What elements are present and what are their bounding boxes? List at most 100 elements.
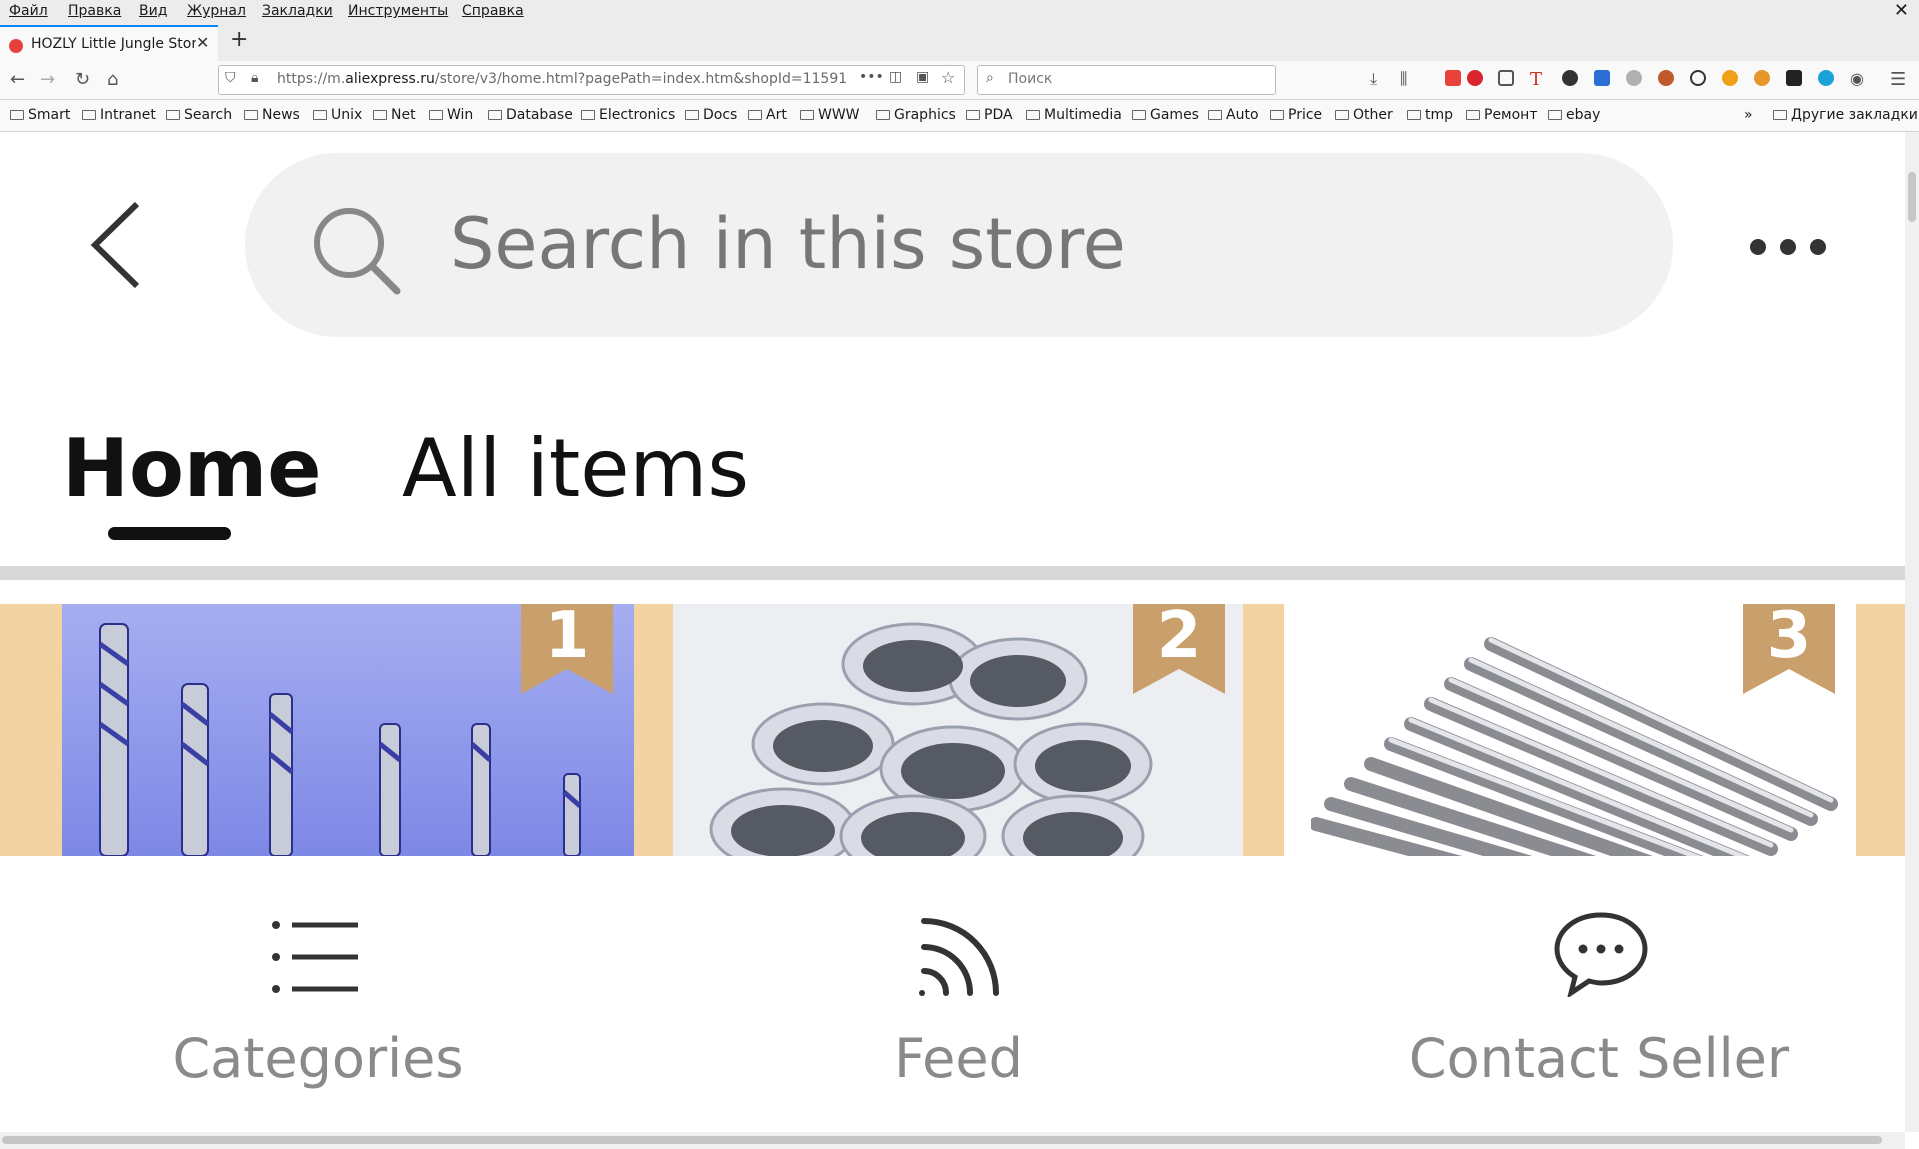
back-chevron-icon[interactable]	[85, 200, 145, 290]
extension-off-icon[interactable]	[1445, 70, 1461, 86]
folder-icon	[1407, 110, 1421, 120]
bookmark-folder[interactable]: Games	[1132, 107, 1199, 123]
banner-slide-1[interactable]: 1	[0, 604, 673, 856]
tab-home[interactable]: Home	[62, 422, 322, 515]
bookmark-folder[interactable]: Price	[1270, 107, 1322, 123]
forward-arrow-icon[interactable]: →	[40, 69, 55, 90]
cookie-icon[interactable]	[1754, 70, 1770, 86]
tab-close-icon[interactable]: ✕	[196, 33, 209, 52]
rank-ribbon: 1	[521, 604, 613, 694]
menu-history[interactable]: Журнал	[187, 3, 246, 19]
lock-icon[interactable]: 🔒︎	[251, 70, 258, 86]
extension-dark-icon[interactable]	[1562, 70, 1578, 86]
aliexpress-favicon-icon	[9, 39, 23, 53]
bookmark-folder[interactable]: Electronics	[581, 107, 675, 123]
hamburger-menu-icon[interactable]: ☰	[1890, 69, 1906, 90]
home-icon[interactable]: ⌂	[107, 69, 118, 90]
banner-slide-2[interactable]: 2	[673, 604, 1284, 856]
text-tool-icon[interactable]: T	[1530, 69, 1542, 90]
bookmark-folder[interactable]: Graphics	[876, 107, 956, 123]
pocket-icon[interactable]: ◫	[889, 69, 902, 85]
url-path: /store/v3/home.html?pagePath=index.htm&s…	[434, 71, 847, 87]
downloads-icon[interactable]: ⤓	[1370, 69, 1377, 89]
folder-icon	[876, 110, 890, 120]
extension-orange-icon[interactable]	[1658, 70, 1674, 86]
scrollbar-thumb[interactable]	[1908, 172, 1916, 222]
bookmark-folder[interactable]: tmp	[1407, 107, 1453, 123]
bookmark-folder[interactable]: News	[244, 107, 300, 123]
extension-yellow-icon[interactable]	[1722, 70, 1738, 86]
folder-icon	[581, 110, 595, 120]
menu-file[interactable]: Файл	[9, 3, 48, 19]
feed-label: Feed	[894, 1027, 1023, 1090]
tab-all-items[interactable]: All items	[402, 422, 749, 515]
tracking-shield-icon[interactable]: ⛉	[225, 70, 236, 86]
folder-icon	[313, 110, 327, 120]
bookmark-folder[interactable]: Search	[166, 107, 232, 123]
address-bar[interactable]: ⛉ 🔒︎ https://m.aliexpress.ru/store/v3/ho…	[218, 65, 965, 95]
bookmark-folder[interactable]: ebay	[1548, 107, 1600, 123]
floppy-icon[interactable]	[1786, 70, 1802, 86]
bookmark-folder[interactable]: Docs	[685, 107, 737, 123]
bookmarks-bar: Smart Intranet Search News Unix Net Win …	[0, 100, 1919, 132]
web-search-box[interactable]: ⌕ Поиск	[977, 65, 1276, 95]
menu-help[interactable]: Справка	[462, 3, 524, 19]
menu-bar: Файл Правка Вид Журнал Закладки Инструме…	[0, 0, 1919, 25]
banner-slide-3[interactable]: 3	[1284, 604, 1905, 856]
store-tabs: Home All items	[0, 372, 1905, 564]
bookmarks-overflow-icon[interactable]: »	[1744, 107, 1753, 123]
feed-link[interactable]: Feed	[636, 877, 1281, 1090]
bookmark-folder[interactable]: WWW	[800, 107, 860, 123]
categories-link[interactable]: Categories	[0, 877, 636, 1090]
adblock-icon[interactable]	[1467, 70, 1483, 86]
reader-view-icon[interactable]	[1498, 70, 1514, 86]
window-close-icon[interactable]: ✕	[1894, 0, 1909, 21]
extension-blue-icon[interactable]	[1818, 70, 1834, 86]
banner-carousel[interactable]: 1 2 3	[0, 604, 1905, 856]
bookmark-folder[interactable]: Art	[748, 107, 787, 123]
more-options-icon[interactable]	[1748, 232, 1828, 262]
bookmark-folder[interactable]: Auto	[1208, 107, 1259, 123]
page-actions-icon[interactable]: •••	[859, 69, 884, 85]
folder-icon	[748, 110, 762, 120]
menu-tools[interactable]: Инструменты	[348, 3, 448, 19]
library-icon[interactable]: ⫼	[1400, 69, 1407, 89]
bookmark-folder[interactable]: Smart	[10, 107, 70, 123]
extension-ring-icon[interactable]	[1690, 70, 1706, 86]
back-arrow-icon[interactable]: ←	[10, 69, 25, 90]
new-tab-icon[interactable]: +	[230, 27, 248, 52]
menu-bookmarks[interactable]: Закладки	[262, 3, 333, 19]
banner-slide-4-edge[interactable]	[1856, 604, 1905, 856]
bookmark-folder[interactable]: Database	[488, 107, 573, 123]
bookmark-folder[interactable]: Win	[429, 107, 473, 123]
translate-icon[interactable]	[1594, 70, 1610, 86]
navigation-bar: ← → ↻ ⌂ ⛉ 🔒︎ https://m.aliexpress.ru/sto…	[0, 61, 1919, 100]
bookmark-folder[interactable]: Unix	[313, 107, 362, 123]
eye-icon[interactable]: ◉	[1850, 69, 1864, 88]
active-tab-indicator	[108, 527, 231, 540]
bookmark-folder[interactable]: PDA	[966, 107, 1013, 123]
browser-tab[interactable]: HOZLY Little Jungle Store ✕	[0, 25, 218, 61]
rank-ribbon: 2	[1133, 604, 1225, 694]
extension-gray-icon[interactable]	[1626, 70, 1642, 86]
horizontal-scrollbar[interactable]	[0, 1132, 1905, 1149]
bookmark-folder[interactable]: Other	[1335, 107, 1393, 123]
bookmark-folder[interactable]: Multimedia	[1026, 107, 1122, 123]
scrollbar-thumb[interactable]	[2, 1136, 1882, 1144]
folder-icon	[1132, 110, 1146, 120]
reload-icon[interactable]: ↻	[75, 69, 90, 90]
bookmark-folder[interactable]: Net	[373, 107, 416, 123]
menu-view[interactable]: Вид	[139, 3, 167, 19]
folder-icon	[10, 110, 24, 120]
bookmark-folder[interactable]: Intranet	[82, 107, 156, 123]
url-text: https://m.aliexpress.ru/store/v3/home.ht…	[277, 71, 847, 87]
vertical-scrollbar[interactable]	[1905, 132, 1919, 1132]
menu-edit[interactable]: Правка	[68, 3, 121, 19]
contact-seller-link[interactable]: Contact Seller	[1281, 877, 1905, 1090]
store-search-input[interactable]: Search in this store	[245, 153, 1673, 337]
folder-icon	[966, 110, 980, 120]
bookmark-star-icon[interactable]: ☆	[941, 68, 955, 87]
save-page-icon[interactable]: ▣	[916, 69, 929, 85]
bookmark-folder[interactable]: Ремонт	[1466, 107, 1538, 123]
other-bookmarks-folder[interactable]: Другие закладки	[1773, 107, 1918, 123]
